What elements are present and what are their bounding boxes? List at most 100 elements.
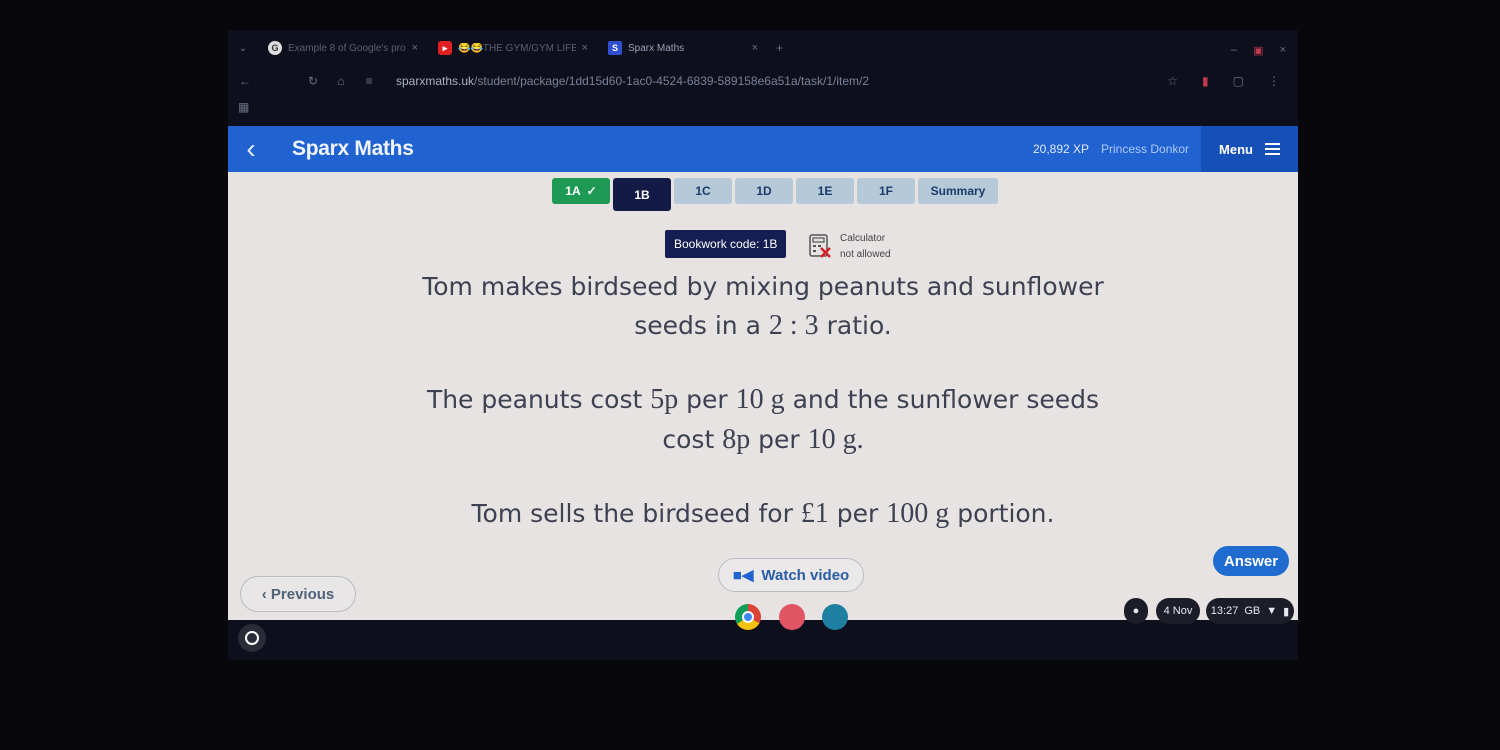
math: £1 xyxy=(800,498,829,529)
apps-grid-icon[interactable]: ▦ xyxy=(238,100,249,114)
ratio-math: 2 : 3 xyxy=(768,310,819,341)
tab-1a[interactable]: 1A ✓ xyxy=(552,178,610,204)
window-controls: – ▣ × xyxy=(1231,44,1286,57)
tab-1d[interactable]: 1D xyxy=(735,178,793,204)
tab-1b[interactable]: 1B xyxy=(613,178,671,211)
math: 5p xyxy=(650,384,679,415)
tab-label: 1C xyxy=(695,184,711,198)
new-tab-button[interactable]: + xyxy=(776,41,783,55)
os-shelf: ● 4 Nov 13:27 GB ▼ ▮ xyxy=(228,598,1298,660)
menu-button[interactable]: Menu xyxy=(1201,126,1298,172)
top-bar: ‹ Sparx Maths 20,892 XP Princess Donkor … xyxy=(228,126,1298,172)
tab-label: 1F xyxy=(878,184,893,198)
math: 100 g xyxy=(886,498,950,529)
question-text: per xyxy=(678,385,736,414)
question-text: The peanuts cost xyxy=(426,385,651,414)
question-line: seeds in a 2 : 3 ratio. xyxy=(228,310,1298,342)
calculator-status: Calculator not allowed xyxy=(840,231,891,263)
restore-icon[interactable]: ▣ xyxy=(1253,44,1263,57)
tab-1c[interactable]: 1C xyxy=(674,178,732,204)
question-text: per xyxy=(750,425,808,454)
question-tabs: 1A ✓ 1B 1C 1D 1E 1F Summary xyxy=(552,178,998,211)
url-host: sparxmaths.uk xyxy=(396,74,475,88)
math: 10 g xyxy=(735,384,785,415)
sparx-page: ‹ Sparx Maths 20,892 XP Princess Donkor … xyxy=(228,126,1298,620)
address-bar: ← ↻ ⌂ ≡ sparxmaths.uk/student/package/1d… xyxy=(228,68,1298,94)
question-line: cost 8p per 10 g. xyxy=(228,424,1298,456)
bookwork-code: Bookwork code: 1B xyxy=(665,230,787,258)
bookmark-star-icon[interactable]: ☆ xyxy=(1167,74,1178,88)
math: 10 g. xyxy=(807,424,864,455)
math: 8p xyxy=(722,424,751,455)
meeting-app-icon[interactable] xyxy=(822,604,848,630)
question-text: cost xyxy=(662,425,723,454)
screen: ⌄ G Example 8 of Google's prob × ▸ 😂😂THE… xyxy=(228,30,1298,660)
back-chevron-button[interactable]: ‹ xyxy=(228,133,274,165)
video-camera-icon: ■◀ xyxy=(732,567,754,584)
watch-video-label: Watch video xyxy=(761,566,850,584)
menu-label: Menu xyxy=(1219,141,1253,157)
tab-1e[interactable]: 1E xyxy=(796,178,854,204)
chrome-app-icon[interactable] xyxy=(735,604,761,630)
browser-tab-sparx[interactable]: S Sparx Maths × xyxy=(598,34,768,62)
tab-1f[interactable]: 1F xyxy=(857,178,915,204)
user-name[interactable]: Princess Donkor xyxy=(1101,142,1189,156)
more-menu-icon[interactable]: ⋮ xyxy=(1268,74,1280,88)
browser-tab-google[interactable]: G Example 8 of Google's prob × xyxy=(258,34,428,62)
question-line: Tom sells the birdseed for £1 per 100 g … xyxy=(228,498,1298,530)
calculator-not-allowed-label: not allowed xyxy=(840,249,891,260)
google-icon: G xyxy=(268,41,282,55)
tab-title: 😂😂THE GYM/GYM LIFE C xyxy=(458,42,576,54)
keyboard-region-label: GB xyxy=(1244,605,1261,617)
tab-summary[interactable]: Summary xyxy=(918,178,998,204)
wifi-icon: ▼ xyxy=(1266,605,1278,617)
calculator-label: Calculator xyxy=(840,233,886,244)
xp-count: 20,892 XP xyxy=(1032,142,1090,156)
browser-tab-youtube[interactable]: ▸ 😂😂THE GYM/GYM LIFE C × xyxy=(428,34,598,62)
tab-label: 1A xyxy=(565,184,581,198)
question-text: Tom sells the birdseed for xyxy=(471,499,801,528)
toolbar-icons: ☆ ▮ ▢ ⋮ xyxy=(1167,74,1280,88)
youtube-icon: ▸ xyxy=(438,41,452,55)
launcher-button[interactable] xyxy=(238,624,266,652)
question-text: Tom makes birdseed by mixing peanuts and… xyxy=(422,272,1104,301)
tab-label: 1E xyxy=(817,184,833,198)
question-text: portion. xyxy=(949,499,1055,528)
paint-app-icon[interactable] xyxy=(779,604,805,630)
answer-label: Answer xyxy=(1223,552,1279,570)
browser-tab-strip: ⌄ G Example 8 of Google's prob × ▸ 😂😂THE… xyxy=(228,30,1298,66)
tab-title: Example 8 of Google's prob xyxy=(288,42,406,54)
tab-search-chevron-icon[interactable]: ⌄ xyxy=(228,43,258,54)
question-text: seeds in a xyxy=(634,311,769,340)
question-line: Tom makes birdseed by mixing peanuts and… xyxy=(228,272,1298,301)
status-tray[interactable]: 13:27 GB ▼ ▮ xyxy=(1206,598,1294,624)
question-text: ratio. xyxy=(818,311,892,340)
home-icon[interactable]: ⌂ xyxy=(330,74,352,88)
question-line: The peanuts cost 5p per 10 g and the sun… xyxy=(228,384,1298,416)
tab-title: Sparx Maths xyxy=(628,42,685,54)
check-icon: ✓ xyxy=(586,184,597,198)
back-arrow-icon[interactable]: ← xyxy=(234,74,256,88)
question-text: per xyxy=(828,499,887,528)
close-window-icon[interactable]: × xyxy=(1280,44,1286,57)
date-tray[interactable]: 4 Nov xyxy=(1156,598,1200,624)
minimize-icon[interactable]: – xyxy=(1231,44,1237,57)
tab-label: 1B xyxy=(634,187,650,202)
close-tab-icon[interactable]: × xyxy=(582,42,588,54)
time-label: 13:27 xyxy=(1210,605,1239,617)
url-field[interactable]: sparxmaths.uk/student/package/1dd15d60-1… xyxy=(396,74,869,88)
answer-button[interactable]: Answer xyxy=(1213,546,1289,576)
close-tab-icon[interactable]: × xyxy=(412,42,418,54)
calculator-not-allowed-icon xyxy=(809,234,831,258)
chevron-left-icon: ‹ xyxy=(261,585,271,603)
date-label: 4 Nov xyxy=(1163,605,1193,617)
tab-label: Summary xyxy=(930,184,986,198)
reload-icon[interactable]: ↻ xyxy=(302,74,324,88)
tab-label: 1D xyxy=(756,184,772,198)
site-info-icon[interactable]: ≡ xyxy=(358,74,380,88)
watch-video-button[interactable]: ■◀ Watch video xyxy=(718,558,864,592)
volume-icon[interactable]: ● xyxy=(1124,598,1148,624)
close-tab-icon[interactable]: × xyxy=(752,42,758,54)
extensions-icon[interactable]: ▢ xyxy=(1233,74,1244,88)
recording-icon[interactable]: ▮ xyxy=(1202,74,1209,88)
